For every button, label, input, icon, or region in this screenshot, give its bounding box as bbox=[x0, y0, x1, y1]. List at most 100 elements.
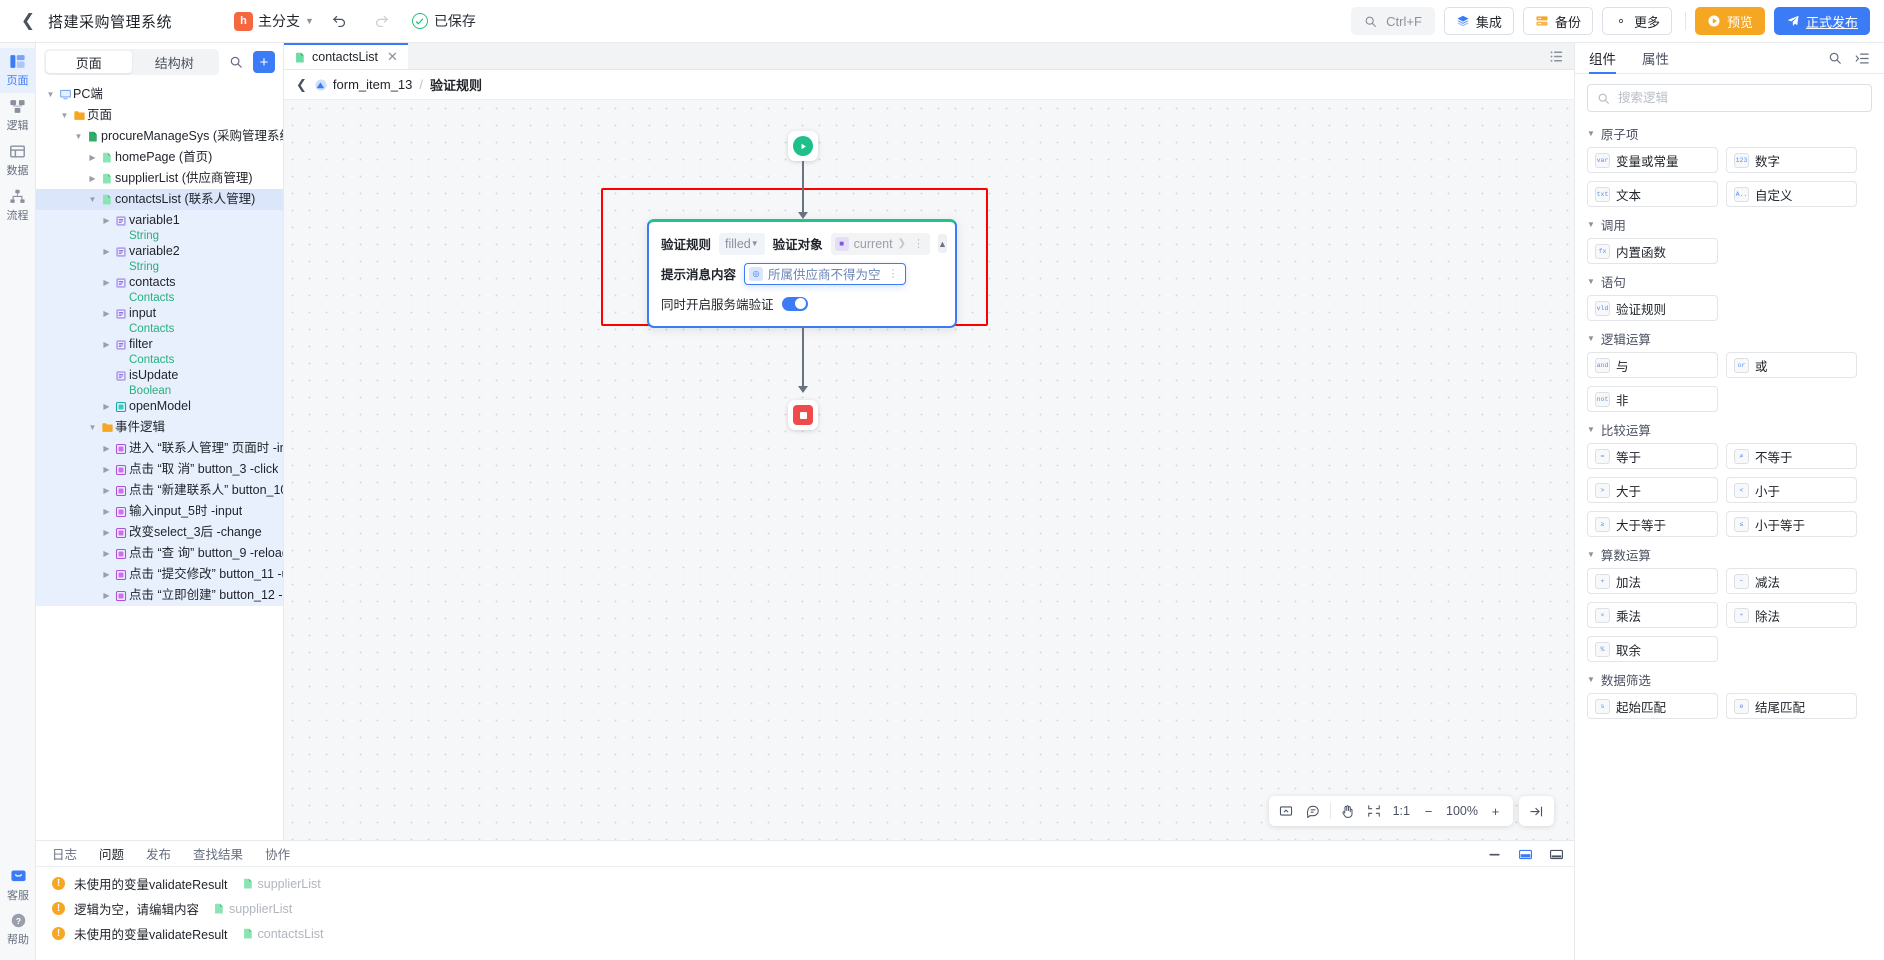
logic-card[interactable]: ≥ 大于等于 bbox=[1587, 511, 1718, 537]
minimize-panel-icon[interactable] bbox=[1487, 847, 1502, 862]
tab-contactslist[interactable]: contactsList ✕ bbox=[284, 43, 408, 69]
logic-card[interactable]: or 或 bbox=[1726, 352, 1857, 378]
maximize-panel-icon[interactable] bbox=[1549, 847, 1564, 862]
logic-card[interactable]: % 取余 bbox=[1587, 636, 1718, 662]
validate-rule-node[interactable]: 验证规则 filled ▼ 验证对象 ■ current ❯ ⋮ ▲ 提示消息内… bbox=[647, 219, 957, 328]
logic-card[interactable]: − 减法 bbox=[1726, 568, 1857, 594]
chevron-left-icon[interactable]: ❮ bbox=[296, 77, 307, 93]
logic-card[interactable]: ≠ 不等于 bbox=[1726, 443, 1857, 469]
undo-icon[interactable] bbox=[324, 5, 356, 37]
logic-card[interactable]: A.. 自定义 bbox=[1726, 181, 1857, 207]
tab-structure[interactable]: 结构树 bbox=[132, 51, 218, 73]
logic-card[interactable]: = 等于 bbox=[1587, 443, 1718, 469]
sidebar-item-pages[interactable]: 页面 bbox=[0, 48, 36, 93]
sidebar-item-logic[interactable]: 逻辑 bbox=[0, 93, 36, 138]
logic-card[interactable]: > 大于 bbox=[1587, 477, 1718, 503]
chevron-right-icon[interactable]: ▶ bbox=[100, 396, 113, 417]
chevron-down-icon[interactable]: ▼ bbox=[44, 84, 57, 105]
chevron-right-icon[interactable]: ▶ bbox=[100, 438, 113, 459]
fit-screen-icon[interactable] bbox=[1273, 798, 1300, 824]
more-button[interactable]: 更多 bbox=[1601, 7, 1672, 35]
panel-collapse-icon[interactable] bbox=[1523, 798, 1550, 824]
sidebar-item-data[interactable]: 数据 bbox=[0, 138, 36, 183]
chevron-down-icon[interactable]: ▼ bbox=[86, 189, 99, 210]
tree-item[interactable]: ▶ contacts Contacts bbox=[36, 272, 283, 304]
chevron-right-icon[interactable]: ▶ bbox=[100, 564, 113, 585]
chevron-right-icon[interactable]: ▶ bbox=[100, 480, 113, 501]
chevron-right-icon[interactable]: ▶ bbox=[86, 147, 99, 168]
logic-card[interactable]: s 起始匹配 bbox=[1587, 693, 1718, 719]
tree-item[interactable]: ▶ 点击 “提交修改” button_11 -u bbox=[36, 564, 283, 585]
bottom-tab[interactable]: 日志 bbox=[52, 844, 77, 863]
split-panel-icon[interactable] bbox=[1518, 847, 1533, 862]
logic-card[interactable]: 123 数字 bbox=[1726, 147, 1857, 173]
logic-card[interactable]: × 乘法 bbox=[1587, 602, 1718, 628]
close-icon[interactable]: ✕ bbox=[387, 49, 398, 65]
tree-item[interactable]: ▶ input Contacts bbox=[36, 303, 283, 335]
logic-group-header[interactable]: ▼ 数据筛选 bbox=[1587, 666, 1872, 693]
tree-item[interactable]: ▼ PC端 bbox=[36, 84, 283, 105]
zoom-reset-button[interactable]: 1:1 bbox=[1388, 804, 1415, 818]
issue-row[interactable]: ! 未使用的变量validateResult contactsList bbox=[36, 921, 1574, 946]
logic-card[interactable]: var 变量或常量 bbox=[1587, 147, 1718, 173]
chevron-right-icon[interactable]: ▶ bbox=[100, 241, 113, 262]
tree-item[interactable]: ▼ procureManageSys (采购管理系统) bbox=[36, 126, 283, 147]
chevron-right-icon[interactable]: ▶ bbox=[100, 210, 113, 231]
issue-reference[interactable]: contactsList bbox=[242, 927, 324, 941]
chevron-up-icon[interactable]: ▲ bbox=[937, 234, 947, 253]
collapse-icon[interactable] bbox=[1361, 798, 1388, 824]
logic-card[interactable]: not 非 bbox=[1587, 386, 1718, 412]
tab-properties[interactable]: 属性 bbox=[1642, 43, 1669, 74]
tree-item[interactable]: ▼ 事件逻辑 bbox=[36, 417, 283, 438]
logic-group-header[interactable]: ▼ 语句 bbox=[1587, 268, 1872, 295]
issue-row[interactable]: ! 逻辑为空，请编辑内容 supplierList bbox=[36, 896, 1574, 921]
target-chip[interactable]: ■ current ❯ ⋮ bbox=[830, 232, 930, 255]
tree-item[interactable]: ▶ variable2 String bbox=[36, 241, 283, 273]
branch-selector[interactable]: h 主分支 ▼ bbox=[234, 11, 314, 31]
sidebar-item-help[interactable]: ? 帮助 bbox=[0, 908, 36, 950]
list-icon[interactable] bbox=[1549, 43, 1564, 70]
tree-item[interactable]: ▼ 页面 bbox=[36, 105, 283, 126]
chevron-right-icon[interactable]: ▶ bbox=[100, 501, 113, 522]
chevron-right-icon[interactable]: ▶ bbox=[100, 543, 113, 564]
logic-card[interactable]: fx 内置函数 bbox=[1587, 238, 1718, 264]
chevron-down-icon[interactable]: ▼ bbox=[72, 126, 85, 147]
back-button[interactable]: ❮ bbox=[14, 7, 42, 35]
chevron-down-icon[interactable]: ▼ bbox=[86, 417, 99, 438]
chevron-right-icon[interactable]: ▶ bbox=[100, 303, 113, 324]
logic-card[interactable]: < 小于 bbox=[1726, 477, 1857, 503]
redo-icon[interactable] bbox=[366, 5, 398, 37]
target-more-icon[interactable]: ⋮ bbox=[911, 237, 926, 250]
tree-item[interactable]: ▶ 点击 “查 询” button_9 -reload bbox=[36, 543, 283, 564]
tree-item[interactable]: ▶ 点击 “取 消” button_3 -click bbox=[36, 459, 283, 480]
sidebar-item-flow[interactable]: 流程 bbox=[0, 183, 36, 228]
rule-select[interactable]: filled ▼ bbox=[719, 232, 765, 255]
chevron-right-icon[interactable]: ▶ bbox=[100, 272, 113, 293]
chevron-right-icon[interactable]: ▶ bbox=[100, 522, 113, 543]
bottom-tab[interactable]: 问题 bbox=[99, 844, 124, 863]
preview-button[interactable]: 预览 bbox=[1694, 7, 1765, 35]
issue-reference[interactable]: supplierList bbox=[213, 902, 292, 916]
chevron-right-icon[interactable]: ▶ bbox=[86, 168, 99, 189]
flow-end-node[interactable] bbox=[788, 400, 818, 430]
collapse-all-icon[interactable] bbox=[1855, 51, 1870, 66]
tab-pages[interactable]: 页面 bbox=[46, 51, 132, 73]
bottom-tab[interactable]: 协作 bbox=[265, 844, 290, 863]
message-more-icon[interactable]: ⋮ bbox=[886, 267, 901, 280]
tree-item[interactable]: ▶ 输入input_5时 -input bbox=[36, 501, 283, 522]
logic-card[interactable]: + 加法 bbox=[1587, 568, 1718, 594]
logic-group-header[interactable]: ▼ 比较运算 bbox=[1587, 416, 1872, 443]
backup-button[interactable]: 备份 bbox=[1522, 7, 1593, 35]
tree-item[interactable]: ▶ openModel bbox=[36, 396, 283, 417]
global-search-button[interactable]: Ctrl+F bbox=[1351, 7, 1435, 35]
zoom-out-button[interactable]: − bbox=[1415, 798, 1442, 824]
chevron-down-icon[interactable]: ▼ bbox=[58, 105, 71, 126]
tree-item[interactable]: ▼ contactsList (联系人管理) bbox=[36, 189, 283, 210]
search-icon[interactable] bbox=[1828, 51, 1842, 66]
logic-card[interactable]: txt 文本 bbox=[1587, 181, 1718, 207]
zoom-in-button[interactable]: + bbox=[1482, 798, 1509, 824]
comment-icon[interactable] bbox=[1300, 798, 1327, 824]
bottom-tab[interactable]: 查找结果 bbox=[193, 844, 243, 863]
integration-button[interactable]: 集成 bbox=[1443, 7, 1514, 35]
search-icon[interactable] bbox=[225, 51, 247, 73]
